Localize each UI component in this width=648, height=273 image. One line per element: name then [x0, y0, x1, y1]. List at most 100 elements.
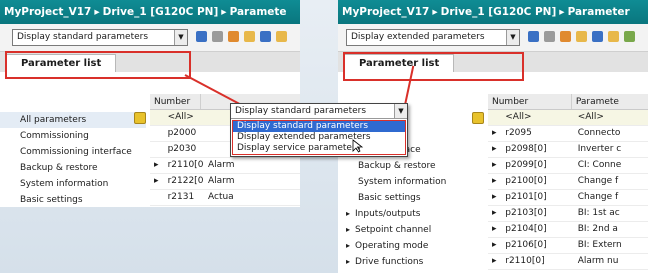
nav-item[interactable]: Commissioning: [0, 128, 146, 144]
expand-icon[interactable]: ▸: [488, 174, 501, 189]
toolbar: Display standard parameters ▼: [0, 24, 300, 52]
nav-item[interactable]: Drive functions: [338, 254, 484, 270]
table-row[interactable]: ▸ p2103[0] BI: 1st ac: [488, 206, 648, 222]
dropdown-option[interactable]: Display extended parameters: [233, 132, 405, 143]
dropdown-current[interactable]: Display standard parameters ▼: [231, 104, 407, 119]
filter-row[interactable]: <All> <All>: [488, 110, 648, 126]
dropdown-option[interactable]: Display service parameters: [233, 143, 405, 154]
expand-icon[interactable]: ▸: [488, 206, 501, 221]
breadcrumb-separator-icon: ▸: [221, 6, 227, 18]
view-select-value: Display extended parameters: [351, 32, 485, 42]
nav-item[interactable]: Backup & restore: [338, 158, 484, 174]
cell-parameter-text: BI: 1st ac: [577, 208, 620, 218]
nav-item[interactable]: Basic settings: [338, 190, 484, 206]
cell-parameter-text: Actua: [208, 192, 234, 202]
breadcrumb-item[interactable]: Paramete: [230, 6, 287, 18]
table-row[interactable]: ▸ p2098[0] Inverter c: [488, 142, 648, 158]
expand-icon[interactable]: ▸: [150, 174, 164, 189]
view-dropdown[interactable]: Display standard parameters ▼ Display st…: [230, 103, 408, 157]
filter-icon[interactable]: [472, 112, 484, 124]
cell-parameter-text: BI: Extern: [577, 240, 622, 250]
expand-icon[interactable]: ▸: [488, 190, 501, 205]
nav-item[interactable]: Operating mode: [338, 238, 484, 254]
breadcrumb-item[interactable]: Parameter: [568, 6, 630, 18]
parameter-grid: Number Paramete <All> <All> ▸ r2095 Connecto…: [472, 94, 648, 270]
expand-icon[interactable]: ▸: [488, 222, 501, 237]
breadcrumb-item[interactable]: MyProject_V17: [4, 6, 91, 18]
filter-icon[interactable]: [134, 112, 146, 124]
disk-icon[interactable]: [592, 31, 603, 42]
cell-number: p2030: [167, 144, 197, 154]
disk-icon[interactable]: [260, 31, 271, 42]
online-icon[interactable]: [560, 31, 571, 42]
table-row[interactable]: ▸ r2095 Connecto: [488, 126, 648, 142]
cell-number: p2000: [167, 128, 197, 138]
view-select[interactable]: Display extended parameters ▼: [346, 29, 520, 46]
cell-number: r2095: [505, 128, 532, 138]
cell-parameter-text: CI: Conne: [577, 160, 622, 170]
chevron-down-icon[interactable]: ▼: [394, 104, 407, 118]
expand-icon[interactable]: ▸: [488, 254, 501, 269]
table-row[interactable]: ▸ p2106[0] BI: Extern: [488, 238, 648, 254]
tab-parameter-list[interactable]: Parameter list: [344, 54, 455, 72]
cell-number: p2098[0]: [505, 144, 547, 154]
expand-icon[interactable]: ▸: [488, 158, 501, 173]
breadcrumb: MyProject_V17 ▸ Drive_1 [G120C PN] ▸ Paramet…: [0, 0, 300, 24]
table-row[interactable]: ▸ p2101[0] Change f: [488, 190, 648, 206]
grid-header: Number Paramete: [488, 94, 648, 110]
breadcrumb-item[interactable]: Drive_1 [G120C PN]: [441, 6, 557, 18]
breadcrumb: MyProject_V17 ▸ Drive_1 [G120C PN] ▸ Paramet…: [338, 0, 648, 24]
table-row[interactable]: ▸ p2104[0] BI: 2nd a: [488, 222, 648, 238]
chevron-down-icon[interactable]: ▼: [506, 30, 519, 45]
export-icon[interactable]: [624, 31, 635, 42]
cell-number: r2110[0]: [505, 256, 545, 266]
dropdown-option[interactable]: Display standard parameters: [233, 121, 405, 132]
save-icon[interactable]: [576, 31, 587, 42]
expand-icon: [150, 190, 164, 205]
compare-icon[interactable]: [196, 31, 207, 42]
cell-number: p2106[0]: [505, 240, 547, 250]
table-row[interactable]: ▸ r2110[0] Alarm: [150, 158, 300, 174]
folder-icon[interactable]: [608, 31, 619, 42]
plus-minus-icon[interactable]: [212, 31, 223, 42]
expand-icon[interactable]: ▸: [150, 158, 164, 173]
cell-number: p2100[0]: [505, 176, 547, 186]
nav-item[interactable]: Backup & restore: [0, 160, 146, 176]
expand-icon[interactable]: ▸: [488, 238, 501, 253]
breadcrumb-separator-icon: ▸: [559, 6, 565, 18]
expand-icon[interactable]: ▸: [488, 142, 501, 157]
expand-icon: [150, 110, 164, 125]
cell-number: r2110[0]: [167, 160, 204, 170]
table-row[interactable]: ▸ p2100[0] Change f: [488, 174, 648, 190]
view-select[interactable]: Display standard parameters ▼: [12, 29, 188, 46]
table-row[interactable]: ▸ r2122[0] Alarm: [150, 174, 300, 190]
column-number-header[interactable]: Number: [488, 94, 572, 109]
column-number-header[interactable]: Number: [150, 94, 202, 109]
breadcrumb-item[interactable]: Drive_1 [G120C PN]: [103, 6, 219, 18]
dropdown-current-value: Display standard parameters: [235, 106, 367, 116]
folder-icon[interactable]: [276, 31, 287, 42]
table-row[interactable]: r2131 Actua: [150, 190, 300, 206]
breadcrumb-item[interactable]: MyProject_V17: [342, 6, 429, 18]
nav-item[interactable]: System information: [338, 174, 484, 190]
expand-icon[interactable]: ▸: [488, 126, 501, 141]
nav-item[interactable]: Basic settings: [0, 192, 146, 207]
toolbar-icons: [528, 31, 635, 42]
column-name-header[interactable]: Paramete: [572, 94, 648, 109]
breadcrumb-separator-icon: ▸: [94, 6, 100, 18]
compare-icon[interactable]: [528, 31, 539, 42]
nav-item[interactable]: Inputs/outputs: [338, 206, 484, 222]
tab-parameter-list[interactable]: Parameter list: [6, 54, 117, 72]
nav-item[interactable]: Commissioning interface: [0, 144, 146, 160]
table-row[interactable]: ▸ r2110[0] Alarm nu: [488, 254, 648, 270]
cell-number: <All>: [505, 112, 532, 122]
tab-row: Parameter list: [0, 52, 300, 72]
nav-item[interactable]: System information: [0, 176, 146, 192]
save-icon[interactable]: [244, 31, 255, 42]
table-row[interactable]: ▸ p2099[0] CI: Conne: [488, 158, 648, 174]
online-icon[interactable]: [228, 31, 239, 42]
nav-item[interactable]: All parameters: [0, 112, 146, 128]
chevron-down-icon[interactable]: ▼: [174, 30, 187, 45]
plus-minus-icon[interactable]: [544, 31, 555, 42]
nav-item[interactable]: Setpoint channel: [338, 222, 484, 238]
